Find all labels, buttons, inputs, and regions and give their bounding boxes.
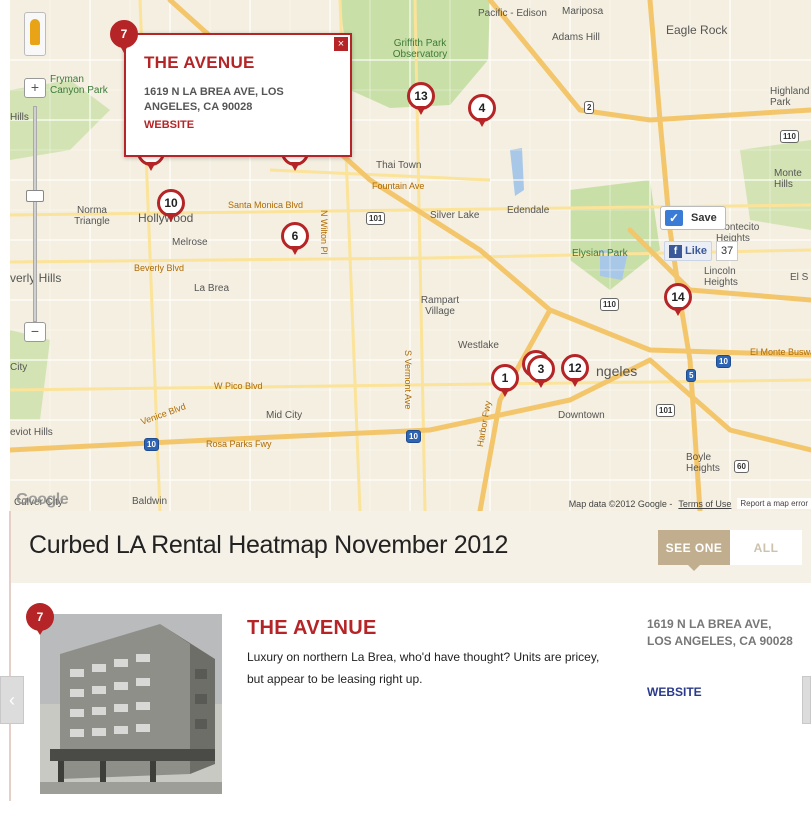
route-shield: 110 bbox=[600, 298, 619, 311]
report-map-error-link[interactable]: Report a map error bbox=[737, 498, 811, 509]
save-button[interactable]: ✓ Save bbox=[660, 206, 726, 230]
zoom-slider-track[interactable] bbox=[33, 106, 37, 322]
map-marker-1[interactable]: 1 bbox=[491, 364, 519, 398]
street-view-pegman[interactable] bbox=[24, 12, 46, 56]
popup-close-button[interactable]: × bbox=[334, 37, 348, 51]
map-marker-3[interactable]: 3 bbox=[527, 355, 555, 389]
previous-listing-button[interactable]: ‹ bbox=[0, 676, 24, 724]
place-label: Eagle Rock bbox=[666, 23, 728, 37]
place-label: Melrose bbox=[172, 237, 208, 248]
facebook-icon: f bbox=[669, 244, 682, 258]
place-label: Westlake bbox=[458, 340, 499, 351]
panel-header: Curbed LA Rental Heatmap November 2012 S… bbox=[11, 511, 811, 583]
place-label: Griffith Park Observatory bbox=[392, 38, 448, 60]
see-one-button[interactable]: SEE ONE bbox=[658, 530, 730, 565]
popup-title: THE AVENUE bbox=[144, 53, 255, 72]
route-shield: 2 bbox=[584, 101, 595, 114]
terms-of-use-link[interactable]: Terms of Use bbox=[678, 499, 731, 509]
place-label: La Brea bbox=[194, 283, 230, 294]
next-listing-button[interactable] bbox=[802, 676, 811, 724]
map-attribution: Map data ©2012 Google - Terms of Use Rep… bbox=[569, 498, 811, 509]
street-label: Beverly Blvd bbox=[134, 263, 185, 273]
listing-marker-7: 7 bbox=[26, 603, 54, 637]
street-label: N Wilton Pl bbox=[319, 210, 329, 255]
route-shield: 60 bbox=[734, 460, 749, 473]
google-logo: Google bbox=[16, 491, 69, 508]
map-marker-14[interactable]: 14 bbox=[664, 283, 692, 317]
like-count: 37 bbox=[716, 241, 739, 261]
active-indicator bbox=[688, 565, 700, 571]
pegman-icon bbox=[30, 19, 40, 45]
place-label: El S bbox=[790, 272, 809, 283]
map-marker-7[interactable]: 7 bbox=[110, 20, 138, 54]
map-marker-6[interactable]: 6 bbox=[281, 222, 309, 256]
route-shield: 110 bbox=[780, 130, 799, 143]
route-shield: 101 bbox=[366, 212, 386, 225]
all-button[interactable]: ALL bbox=[730, 530, 802, 565]
listing-title: THE AVENUE bbox=[247, 617, 377, 639]
map-marker-12[interactable]: 12 bbox=[561, 354, 589, 388]
zoom-slider-thumb[interactable] bbox=[26, 190, 44, 202]
facebook-like-button[interactable]: f Like bbox=[664, 241, 713, 261]
facebook-like-widget: f Like 37 bbox=[664, 240, 739, 262]
chevron-left-icon: ‹ bbox=[9, 689, 15, 710]
place-label: Mariposa bbox=[562, 6, 604, 17]
map-marker-10[interactable]: 10 bbox=[157, 189, 185, 223]
place-label: Edendale bbox=[507, 205, 550, 216]
listing-address: 1619 N LA BREA AVE, LOS ANGELES, CA 9002… bbox=[647, 617, 793, 648]
route-shield: 10 bbox=[716, 355, 731, 368]
place-label: Elysian Park bbox=[572, 248, 628, 259]
place-label: Fryman Canyon Park bbox=[50, 74, 108, 96]
street-label: Fountain Ave bbox=[372, 181, 425, 191]
map-marker-4[interactable]: 4 bbox=[468, 94, 496, 128]
checkmark-icon: ✓ bbox=[665, 210, 683, 226]
route-shield: 5 bbox=[686, 369, 697, 382]
route-shield: 10 bbox=[144, 438, 159, 451]
building-photo-icon bbox=[40, 614, 222, 794]
place-label: eviot Hills bbox=[10, 427, 53, 438]
zoom-out-button[interactable]: − bbox=[24, 322, 46, 342]
map-marker-13[interactable]: 13 bbox=[407, 82, 435, 116]
street-label: Rosa Parks Fwy bbox=[206, 439, 272, 449]
view-toggle: SEE ONE ALL bbox=[658, 530, 802, 571]
place-label: Rampart Village bbox=[420, 295, 460, 317]
listing-description: Luxury on northern La Brea, who'd have t… bbox=[247, 650, 600, 686]
place-label: ngeles bbox=[596, 363, 638, 379]
place-label: Lincoln Heights bbox=[704, 266, 738, 288]
place-label: Pacific - Edison bbox=[478, 8, 547, 19]
popup-website-link[interactable]: WEBSITE bbox=[144, 119, 194, 131]
listing-website-link[interactable]: WEBSITE bbox=[647, 685, 702, 699]
street-label: Santa Monica Blvd bbox=[228, 200, 304, 210]
zoom-in-button[interactable]: + bbox=[24, 78, 46, 98]
listing-photo bbox=[40, 614, 222, 794]
place-label: Highland Park bbox=[770, 86, 810, 108]
street-label: W Pico Blvd bbox=[214, 381, 263, 391]
page-title: Curbed LA Rental Heatmap November 2012 bbox=[29, 531, 509, 559]
map-view[interactable]: Pacific - Edison Mariposa Adams Hill Eag… bbox=[10, 0, 811, 511]
popup-address: 1619 N LA BREA AVE, LOS ANGELES, CA 9002… bbox=[144, 86, 284, 113]
listing-card: 7 THE AVENUE Luxury on northern La Brea,… bbox=[11, 583, 811, 821]
place-label: Norma Triangle bbox=[74, 205, 110, 227]
zoom-control: + − bbox=[24, 12, 46, 342]
place-label: Adams Hill bbox=[552, 32, 600, 43]
street-label: S Vermont Ave bbox=[403, 350, 413, 410]
street-label: El Monte Busway bbox=[750, 347, 811, 357]
place-label: Mid City bbox=[266, 410, 303, 421]
place-label: City bbox=[10, 362, 28, 373]
place-label: Downtown bbox=[558, 410, 605, 421]
route-shield: 101 bbox=[656, 404, 676, 417]
place-label: Silver Lake bbox=[430, 210, 480, 221]
place-label: Monte Hills bbox=[774, 168, 802, 190]
map-info-popup: × THE AVENUE 1619 N LA BREA AVE, LOS ANG… bbox=[124, 33, 352, 157]
route-shield: 10 bbox=[406, 430, 421, 443]
place-label: Thai Town bbox=[376, 160, 422, 171]
place-label: Boyle Heights bbox=[686, 452, 720, 474]
place-label: Baldwin bbox=[132, 496, 168, 507]
